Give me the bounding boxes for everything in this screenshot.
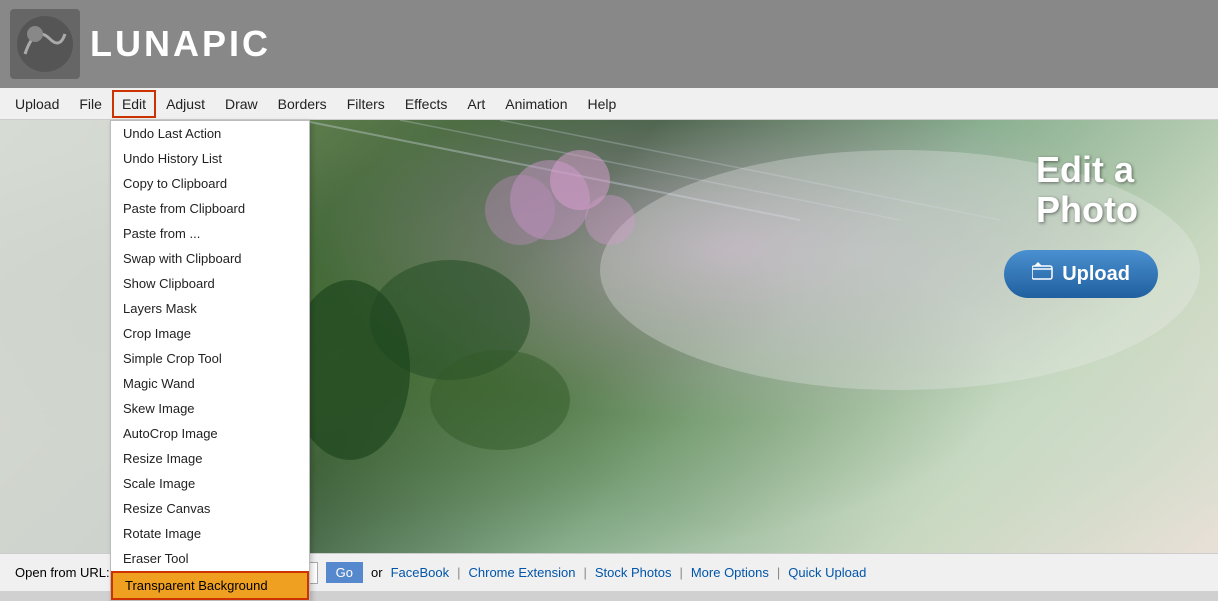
logo-icon (10, 9, 80, 79)
logo-area: LUNAPIC (10, 9, 271, 79)
stock-photos-link[interactable]: Stock Photos (595, 565, 672, 580)
nav-draw[interactable]: Draw (215, 90, 268, 118)
nav-animation[interactable]: Animation (495, 90, 577, 118)
upload-folder-icon (1032, 262, 1054, 286)
open-from-url-label: Open from URL: (15, 565, 110, 580)
upload-button[interactable]: Upload (1004, 250, 1158, 298)
quick-upload-link[interactable]: Quick Upload (788, 565, 866, 580)
menu-copy-clipboard[interactable]: Copy to Clipboard (111, 171, 309, 196)
menu-skew-image[interactable]: Skew Image (111, 396, 309, 421)
edit-dropdown: Undo Last Action Undo History List Copy … (110, 120, 310, 601)
nav-filters[interactable]: Filters (337, 90, 395, 118)
menu-simple-crop[interactable]: Simple Crop Tool (111, 346, 309, 371)
menu-layers-mask[interactable]: Layers Mask (111, 296, 309, 321)
menu-undo-last[interactable]: Undo Last Action (111, 121, 309, 146)
nav-art[interactable]: Art (457, 90, 495, 118)
separator-4: | (777, 565, 780, 580)
menu-resize-image[interactable]: Resize Image (111, 446, 309, 471)
or-text: or (371, 565, 383, 580)
menu-transparent-bg[interactable]: Transparent Background (111, 571, 309, 600)
separator-2: | (583, 565, 586, 580)
nav-borders[interactable]: Borders (268, 90, 337, 118)
separator-3: | (679, 565, 682, 580)
separator-1: | (457, 565, 460, 580)
menu-rotate-image[interactable]: Rotate Image (111, 521, 309, 546)
nav-adjust[interactable]: Adjust (156, 90, 215, 118)
header: LUNAPIC (0, 0, 1218, 88)
chrome-ext-link[interactable]: Chrome Extension (469, 565, 576, 580)
navbar: Upload File Edit Adjust Draw Borders Fil… (0, 88, 1218, 120)
nav-file[interactable]: File (69, 90, 112, 118)
menu-magic-wand[interactable]: Magic Wand (111, 371, 309, 396)
nav-effects[interactable]: Effects (395, 90, 458, 118)
logo-text: LUNAPIC (90, 23, 271, 65)
menu-show-clipboard[interactable]: Show Clipboard (111, 271, 309, 296)
menu-scale-image[interactable]: Scale Image (111, 471, 309, 496)
menu-resize-canvas[interactable]: Resize Canvas (111, 496, 309, 521)
nav-upload[interactable]: Upload (5, 90, 69, 118)
go-button[interactable]: Go (326, 562, 363, 583)
edit-photo-text: Edit a Photo (1036, 150, 1138, 229)
upload-btn-label: Upload (1062, 263, 1130, 286)
facebook-link[interactable]: FaceBook (391, 565, 450, 580)
more-options-link[interactable]: More Options (691, 565, 769, 580)
nav-edit[interactable]: Edit (112, 90, 156, 118)
menu-autocrop-image[interactable]: AutoCrop Image (111, 421, 309, 446)
menu-eraser-tool[interactable]: Eraser Tool (111, 546, 309, 571)
menu-swap-clipboard[interactable]: Swap with Clipboard (111, 246, 309, 271)
menu-paste-from[interactable]: Paste from ... (111, 221, 309, 246)
menu-paste-clipboard[interactable]: Paste from Clipboard (111, 196, 309, 221)
menu-crop-image[interactable]: Crop Image (111, 321, 309, 346)
nav-help[interactable]: Help (578, 90, 627, 118)
menu-undo-history[interactable]: Undo History List (111, 146, 309, 171)
